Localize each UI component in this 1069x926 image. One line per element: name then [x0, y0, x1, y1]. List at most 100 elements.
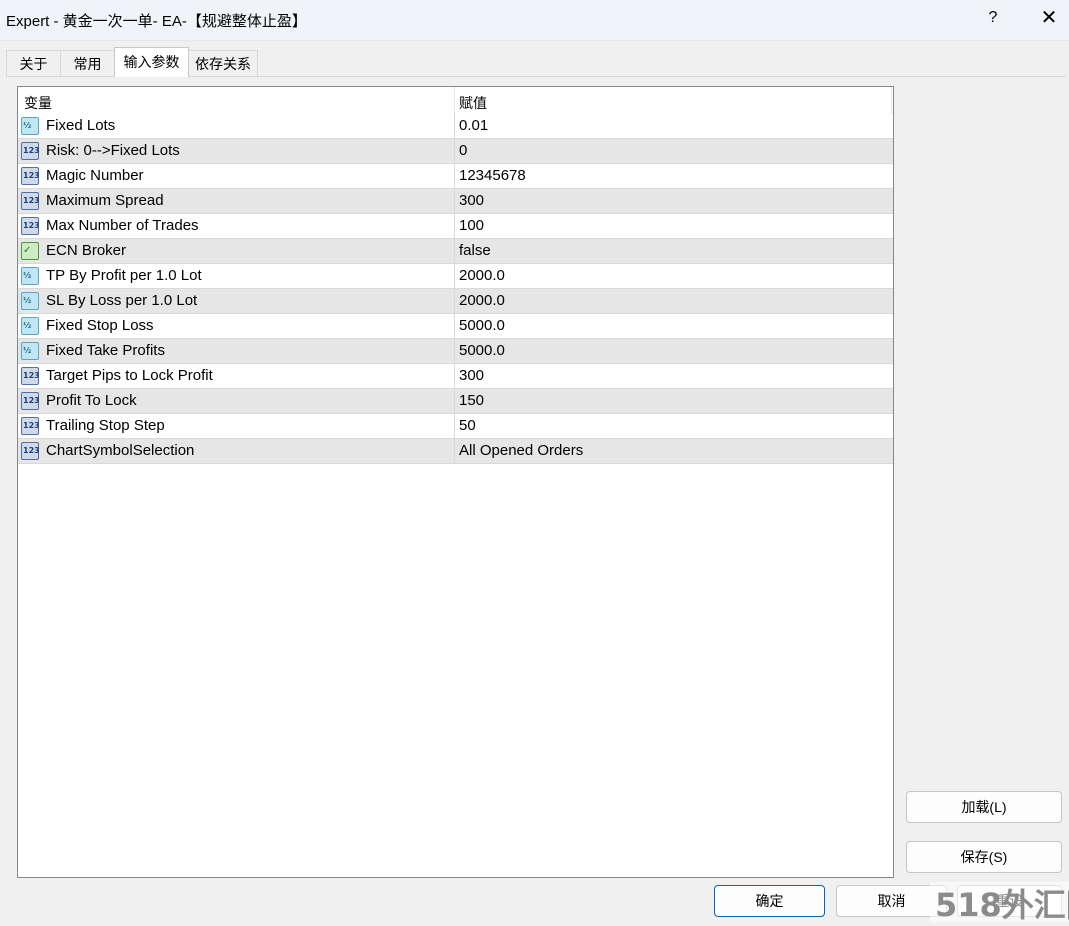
integer-type-icon: 123 [21, 367, 40, 385]
grid-header: 变量 赋值 [18, 87, 893, 114]
type-glyph: 123 [23, 171, 40, 180]
cell-separator [454, 114, 455, 138]
cell-separator [454, 189, 455, 213]
parameter-row[interactable]: 123 Target Pips to Lock Profit 300 [18, 364, 893, 389]
parameter-name: ChartSymbolSelection [46, 442, 195, 459]
column-separator[interactable] [454, 87, 455, 114]
parameter-name: Fixed Stop Loss [46, 317, 154, 334]
cell-separator [454, 439, 455, 463]
double-type-icon: ½ [21, 117, 39, 135]
integer-type-icon: 123 [21, 167, 40, 185]
cell-separator [454, 314, 455, 338]
watermark: 518外汇网 [935, 886, 1069, 924]
cell-separator [454, 389, 455, 413]
integer-type-icon: 123 [21, 392, 40, 410]
type-glyph: ½ [23, 321, 32, 330]
boolean-type-icon: ✓ [21, 242, 39, 260]
parameter-name: Target Pips to Lock Profit [46, 367, 213, 384]
parameter-row[interactable]: 123 Max Number of Trades 100 [18, 214, 893, 239]
parameter-value[interactable]: 50 [459, 417, 476, 434]
cell-separator [454, 264, 455, 288]
integer-type-icon: 123 [21, 192, 40, 210]
type-glyph: ✓ [23, 245, 32, 256]
parameters-grid: 变量 赋值 ½ Fixed Lots 0.01 123 Risk: 0-->Fixed … [17, 86, 894, 878]
type-glyph: ½ [23, 296, 32, 305]
parameter-row[interactable]: ½ Fixed Stop Loss 5000.0 [18, 314, 893, 339]
tab-about[interactable]: 关于 [6, 50, 61, 76]
parameter-row[interactable]: 123 Magic Number 12345678 [18, 164, 893, 189]
double-type-icon: ½ [21, 292, 39, 310]
parameter-row[interactable]: 123 ChartSymbolSelection All Opened Orders [18, 439, 893, 464]
parameter-name: Fixed Lots [46, 117, 116, 134]
parameter-value[interactable]: All Opened Orders [459, 442, 583, 459]
ok-button[interactable]: 确定 [714, 885, 825, 917]
close-icon[interactable]: ✕ [1038, 7, 1060, 29]
parameter-row[interactable]: ½ Fixed Take Profits 5000.0 [18, 339, 893, 364]
type-glyph: 123 [23, 221, 40, 230]
cell-separator [454, 164, 455, 188]
tab-common[interactable]: 常用 [60, 50, 115, 76]
cell-separator [454, 214, 455, 238]
double-type-icon: ½ [21, 267, 39, 285]
save-button[interactable]: 保存(S) [906, 841, 1062, 873]
parameter-value[interactable]: false [459, 242, 491, 259]
parameter-name: Fixed Take Profits [46, 342, 165, 359]
cell-separator [454, 239, 455, 263]
type-glyph: 123 [23, 421, 40, 430]
parameter-value[interactable]: 2000.0 [459, 292, 505, 309]
parameter-name: ECN Broker [46, 242, 127, 259]
type-glyph: 123 [23, 396, 40, 405]
parameter-row[interactable]: 123 Risk: 0-->Fixed Lots 0 [18, 139, 893, 164]
load-button[interactable]: 加载(L) [906, 791, 1062, 823]
parameter-value[interactable]: 5000.0 [459, 342, 505, 359]
parameter-name: Trailing Stop Step [46, 417, 165, 434]
type-glyph: 123 [23, 446, 40, 455]
double-type-icon: ½ [21, 342, 39, 360]
integer-type-icon: 123 [21, 417, 40, 435]
parameter-value[interactable]: 150 [459, 392, 484, 409]
parameter-name: Max Number of Trades [46, 217, 199, 234]
cell-separator [454, 414, 455, 438]
parameter-value[interactable]: 0.01 [459, 117, 488, 134]
integer-type-icon: 123 [21, 217, 40, 235]
cell-separator [454, 289, 455, 313]
cell-separator [454, 364, 455, 388]
title-bar: Expert - 黄金一次一单- EA-【规避整体止盈】 ? ✕ [0, 0, 1069, 41]
parameter-name: TP By Profit per 1.0 Lot [46, 267, 202, 284]
column-header-variable[interactable]: 变量 [24, 93, 52, 113]
window-title: Expert - 黄金一次一单- EA-【规避整体止盈】 [6, 13, 307, 30]
type-glyph: 123 [23, 371, 40, 380]
parameter-row[interactable]: 123 Trailing Stop Step 50 [18, 414, 893, 439]
parameter-row[interactable]: ½ SL By Loss per 1.0 Lot 2000.0 [18, 289, 893, 314]
type-glyph: ½ [23, 346, 32, 355]
tab-dependencies[interactable]: 依存关系 [188, 50, 258, 76]
help-icon[interactable]: ? [985, 9, 1001, 27]
parameter-row[interactable]: 123 Maximum Spread 300 [18, 189, 893, 214]
parameter-value[interactable]: 12345678 [459, 167, 526, 184]
parameter-row[interactable]: ½ TP By Profit per 1.0 Lot 2000.0 [18, 264, 893, 289]
type-glyph: 123 [23, 146, 40, 155]
parameter-row[interactable]: 123 Profit To Lock 150 [18, 389, 893, 414]
cell-separator [454, 339, 455, 363]
parameter-name: Risk: 0-->Fixed Lots [46, 142, 180, 159]
parameter-value[interactable]: 100 [459, 217, 484, 234]
column-separator [891, 87, 892, 114]
parameter-name: Profit To Lock [46, 392, 137, 409]
type-glyph: ½ [23, 121, 32, 130]
parameter-value[interactable]: 300 [459, 367, 484, 384]
parameter-name: Maximum Spread [46, 192, 164, 209]
parameter-value[interactable]: 5000.0 [459, 317, 505, 334]
parameter-row[interactable]: ½ Fixed Lots 0.01 [18, 114, 893, 139]
parameter-value[interactable]: 2000.0 [459, 267, 505, 284]
column-header-value[interactable]: 赋值 [459, 93, 487, 113]
double-type-icon: ½ [21, 317, 39, 335]
tab-input-parameters[interactable]: 输入参数 [114, 47, 189, 77]
cell-separator [454, 139, 455, 163]
parameter-name: Magic Number [46, 167, 144, 184]
integer-type-icon: 123 [21, 442, 40, 460]
parameter-name: SL By Loss per 1.0 Lot [46, 292, 198, 309]
parameter-value[interactable]: 0 [459, 142, 467, 159]
integer-type-icon: 123 [21, 142, 40, 160]
parameter-row[interactable]: ✓ ECN Broker false [18, 239, 893, 264]
parameter-value[interactable]: 300 [459, 192, 484, 209]
